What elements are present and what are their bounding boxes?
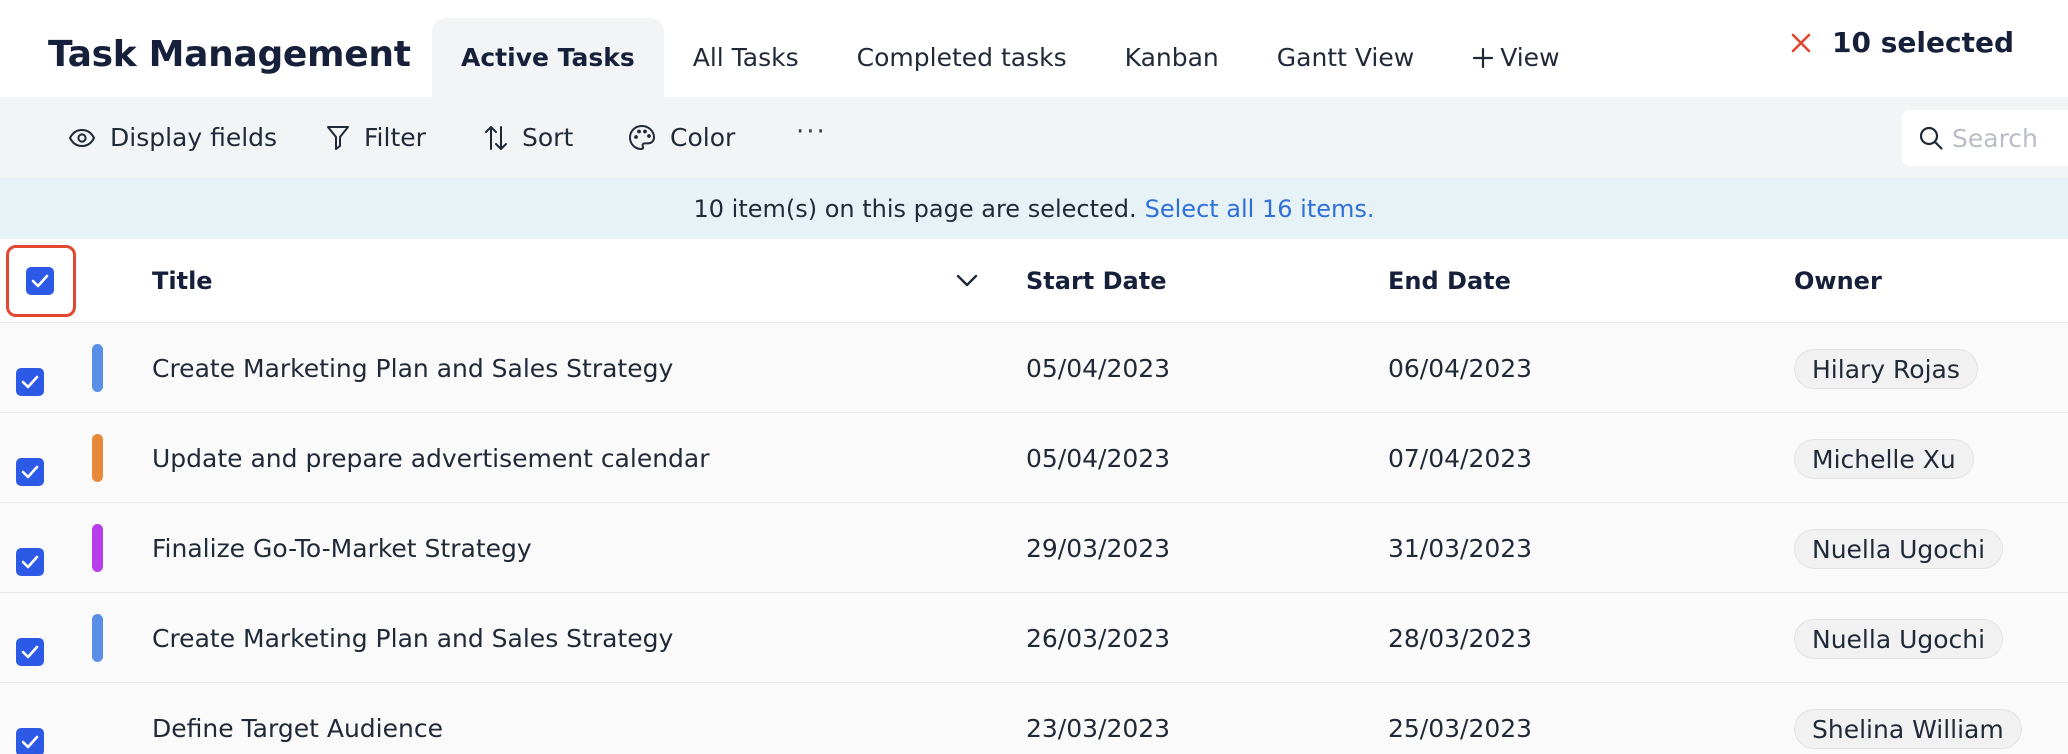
table-row[interactable]: Update and prepare advertisement calenda… [0,413,2068,503]
add-view-label: View [1500,43,1560,72]
owner-chip[interactable]: Shelina William [1794,709,2022,749]
row-title[interactable]: Create Marketing Plan and Sales Strategy [152,323,673,413]
row-start-date: 23/03/2023 [1026,713,1171,743]
row-color-indicator [92,524,103,572]
row-end-date: 28/03/2023 [1388,623,1533,653]
task-table: Title Start Date End Date Owner Create M… [0,239,2068,754]
table-row[interactable]: Finalize Go-To-Market Strategy 29/03/202… [0,503,2068,593]
row-checkbox[interactable] [16,548,44,576]
search-input[interactable] [1952,123,2062,153]
row-title[interactable]: Update and prepare advertisement calenda… [152,413,710,503]
close-icon [1791,33,1811,52]
table-header: Title Start Date End Date Owner [0,239,2068,323]
row-start-date: 05/04/2023 [1026,443,1171,473]
owner-chip[interactable]: Hilary Rojas [1794,349,1978,389]
row-color-indicator [92,614,103,662]
column-header-owner[interactable]: Owner [1794,239,1882,323]
more-options-button[interactable]: ··· [796,117,827,147]
column-header-title[interactable]: Title [152,239,213,323]
row-checkbox[interactable] [16,638,44,666]
column-header-end-date[interactable]: End Date [1388,239,1511,323]
check-icon [21,555,39,569]
display-fields-button[interactable]: Display fields [68,97,277,178]
column-header-start-date[interactable]: Start Date [1026,239,1166,323]
table-row[interactable]: Create Marketing Plan and Sales Strategy… [0,323,2068,413]
owner-chip[interactable]: Nuella Ugochi [1794,529,2004,569]
check-icon [21,735,39,749]
search-icon [1919,126,1943,150]
row-checkbox[interactable] [16,368,44,396]
row-start-date: 05/04/2023 [1026,353,1171,383]
row-title[interactable]: Define Target Audience [152,683,443,754]
row-end-date: 25/03/2023 [1388,713,1533,743]
check-icon [21,375,39,389]
row-end-date: 31/03/2023 [1388,533,1533,563]
owner-chip[interactable]: Nuella Ugochi [1794,619,2004,659]
table-row[interactable]: Create Marketing Plan and Sales Strategy… [0,593,2068,683]
view-tabs: Active Tasks All Tasks Completed tasks K… [432,18,1589,97]
select-all-checkbox[interactable] [26,267,54,295]
chevron-down-icon [956,274,978,287]
toolbar: Display fields Filter Sort Color ··· [0,97,2068,178]
filter-icon [327,125,349,150]
sort-icon [485,125,507,150]
row-end-date: 07/04/2023 [1388,443,1533,473]
check-icon [21,465,39,479]
row-color-indicator [92,344,103,392]
title-column-menu-button[interactable] [954,267,980,297]
tab-active-tasks[interactable]: Active Tasks [432,18,664,97]
tab-all-tasks[interactable]: All Tasks [664,18,828,97]
table-row[interactable]: Define Target Audience 23/03/2023 25/03/… [0,683,2068,754]
selection-indicator: 10 selected [1786,26,2014,59]
display-fields-label: Display fields [110,123,278,152]
filter-button[interactable]: Filter [326,97,426,178]
app-title: Task Management [48,34,411,75]
select-all-link[interactable]: Select all 16 items. [1145,195,1375,223]
sort-label: Sort [522,123,574,152]
check-icon [21,645,39,659]
plus-icon [1473,47,1494,68]
sort-button[interactable]: Sort [484,97,573,178]
row-color-indicator [92,434,103,482]
color-button[interactable]: Color [628,97,735,178]
color-label: Color [670,123,736,152]
row-start-date: 29/03/2023 [1026,533,1171,563]
owner-chip[interactable]: Michelle Xu [1794,439,1974,479]
selection-banner: 10 item(s) on this page are selected. Se… [0,178,2068,239]
filter-label: Filter [364,123,426,152]
tab-gantt-view[interactable]: Gantt View [1248,18,1443,97]
row-title[interactable]: Finalize Go-To-Market Strategy [152,503,532,593]
row-checkbox[interactable] [16,458,44,486]
row-end-date: 06/04/2023 [1388,353,1533,383]
tab-completed-tasks[interactable]: Completed tasks [828,18,1096,97]
tab-kanban[interactable]: Kanban [1096,18,1248,97]
selected-count: 10 selected [1832,26,2014,59]
palette-icon [628,124,656,150]
row-title[interactable]: Create Marketing Plan and Sales Strategy [152,593,673,683]
row-start-date: 26/03/2023 [1026,623,1171,653]
eye-icon [68,128,96,147]
search-box[interactable] [1902,110,2068,166]
selection-banner-text: 10 item(s) on this page are selected. [693,194,1137,223]
clear-selection-button[interactable] [1786,28,1816,58]
check-icon [31,274,49,288]
add-view-button[interactable]: View [1443,18,1588,97]
row-checkbox[interactable] [16,728,44,754]
app-header: Task Management Active Tasks All Tasks C… [0,0,2068,97]
